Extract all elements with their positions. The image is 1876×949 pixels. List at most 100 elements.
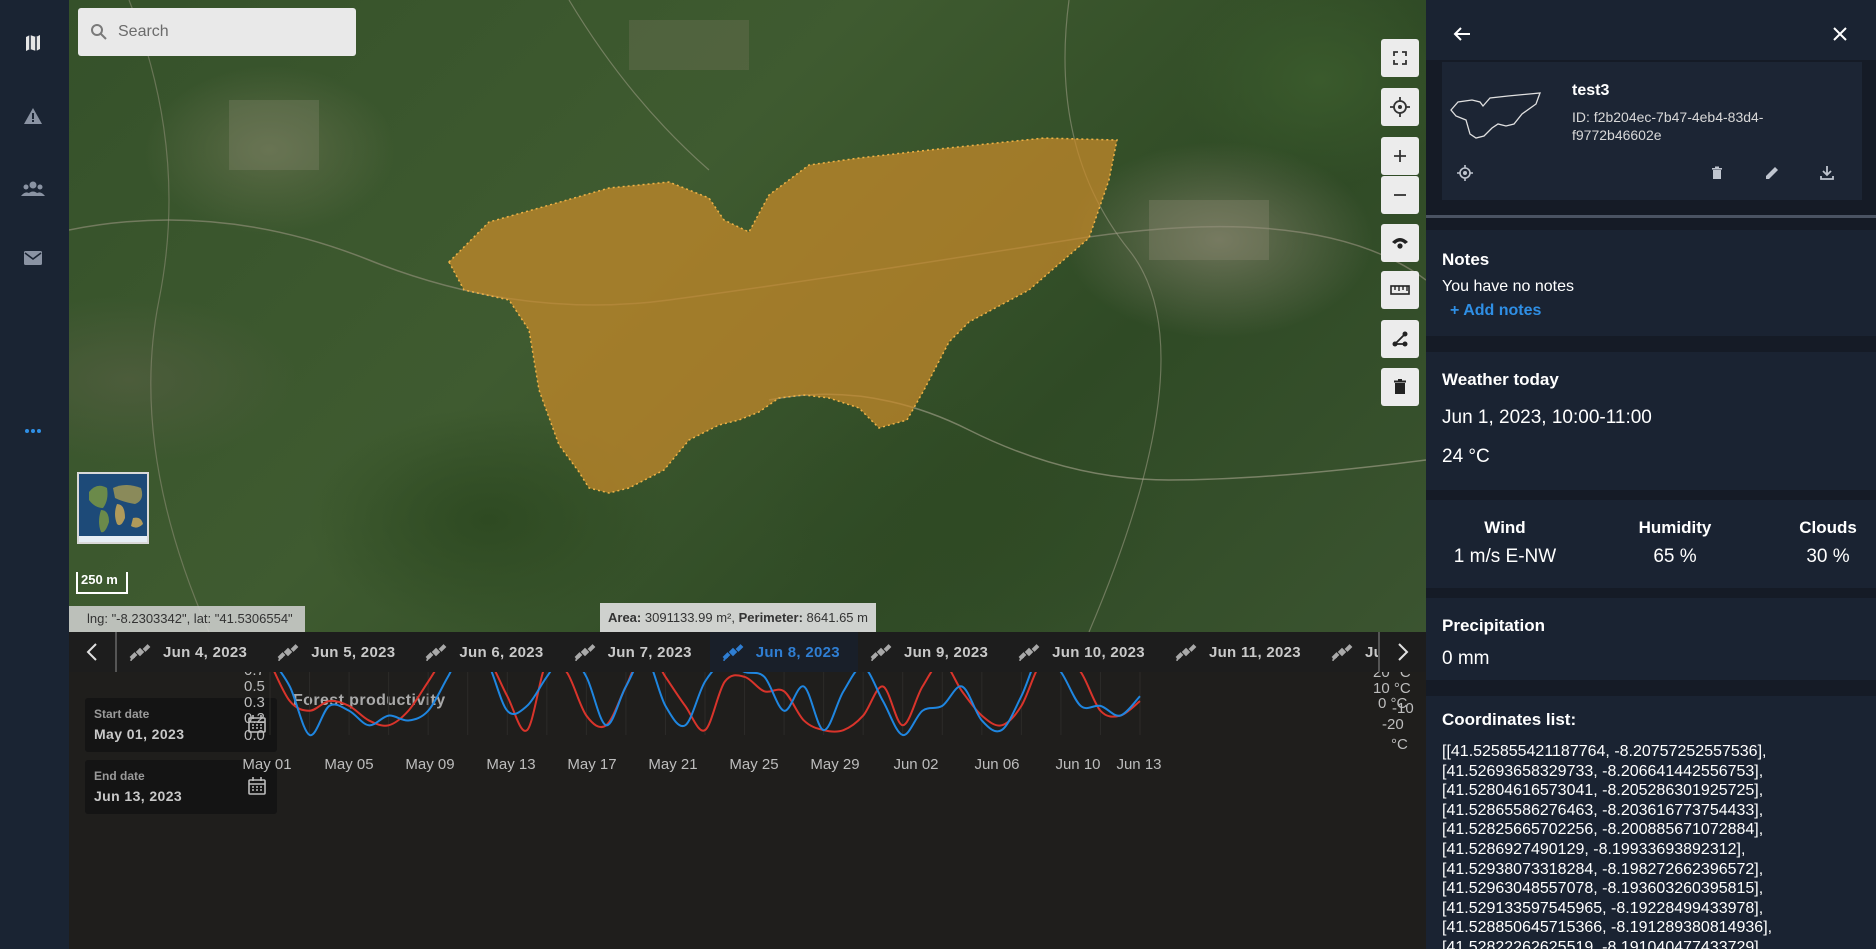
close-button[interactable] — [1826, 20, 1854, 48]
weather-metrics: Wind 1 m/s E-NW Humidity 65 % Clouds 30 … — [1426, 500, 1876, 588]
layers-icon — [1392, 238, 1408, 249]
coordinate-line: [41.52804616573041, -8.205286301925725], — [1442, 782, 1764, 800]
date-item[interactable]: Jun 4, 2023 — [117, 632, 265, 672]
map-icon[interactable] — [20, 30, 46, 56]
dates-prev-button[interactable] — [69, 632, 117, 672]
date-item[interactable]: Jun 10, 2023 — [1006, 632, 1163, 672]
x-tick-label: May 29 — [810, 756, 859, 773]
coordinate-line: [41.52865586276463, -8.203616773754433], — [1442, 801, 1764, 819]
left-nav — [0, 0, 69, 949]
notes-section: Notes You have no notes + Add notes — [1426, 230, 1876, 336]
add-notes-link[interactable]: + Add notes — [1450, 302, 1541, 320]
clouds-value: 30 % — [1806, 546, 1850, 567]
humidity-value: 65 % — [1653, 546, 1697, 567]
coordinate-line: [41.52825665702256, -8.200885671072884], — [1442, 821, 1764, 839]
area-label: Area: — [608, 610, 642, 625]
mail-icon[interactable] — [20, 245, 46, 271]
ruler-button[interactable] — [1381, 271, 1419, 309]
y-right-tick-label: °C — [1391, 736, 1408, 753]
delete-field-icon[interactable] — [1711, 166, 1723, 180]
alert-icon[interactable] — [20, 103, 46, 129]
coordinate-line: [[41.525855421187764, -8.20757252557536]… — [1442, 743, 1767, 760]
share-button[interactable] — [1381, 320, 1419, 358]
world-map-thumbnail — [79, 474, 147, 542]
x-tick-label: May 13 — [486, 756, 535, 773]
locate-field-icon[interactable] — [1457, 165, 1473, 181]
basemap-switcher[interactable] — [77, 472, 149, 544]
field-polygon — [448, 137, 1118, 494]
satellite-icon — [1018, 644, 1040, 662]
coordinate-line: [41.52822262625519, -8.191040477433729], — [1442, 938, 1764, 949]
x-tick-label: Jun 10 — [1055, 756, 1100, 773]
x-tick-label: May 17 — [567, 756, 616, 773]
coordinate-line: [41.52693658329733, -8.206641442556753], — [1442, 762, 1764, 780]
satellite-icon — [277, 644, 299, 662]
date-item[interactable]: Jun 7, 2023 — [562, 632, 710, 672]
date-item[interactable]: Jun 9, 2023 — [858, 632, 1006, 672]
zoom-out-button[interactable] — [1381, 176, 1419, 214]
satellite-icon — [870, 644, 892, 662]
back-button[interactable] — [1448, 20, 1476, 48]
date-label: Jun 10, 2023 — [1052, 643, 1145, 661]
area-perimeter-readout: Area: 3091133.99 m², Perimeter: 8641.65 … — [600, 603, 876, 632]
clouds-label: Clouds — [1799, 518, 1857, 537]
zoom-in-button[interactable] — [1381, 137, 1419, 175]
satellite-icon — [129, 644, 151, 662]
field-card: test3 ID: f2b204ec-7b47-4eb4-83d4-f9772b… — [1442, 62, 1862, 200]
satellite-icon — [1331, 644, 1353, 662]
precipitation-title: Precipitation — [1442, 616, 1545, 635]
locate-button[interactable] — [1381, 88, 1419, 126]
date-label: Jun 5, 2023 — [311, 643, 396, 661]
satellite-icon — [574, 644, 595, 662]
search-bar[interactable]: Search — [78, 8, 356, 56]
coordinates-title: Coordinates list: — [1442, 710, 1577, 729]
perimeter-label: Perimeter: — [738, 610, 803, 625]
y-right-tick-label: -10 — [1392, 700, 1414, 717]
coordinate-line: [41.52963048557078, -8.193603260395815], — [1442, 880, 1764, 898]
date-item[interactable]: Jun 5, 2023 — [265, 632, 413, 672]
edit-icon[interactable] — [1764, 165, 1780, 181]
humidity-label: Humidity — [1638, 518, 1712, 537]
precipitation-value: 0 mm — [1442, 648, 1490, 669]
date-item[interactable]: Jun 11, 2023 — [1163, 632, 1319, 672]
date-item[interactable]: Jun 6, 2023 — [413, 632, 561, 672]
close-icon — [1833, 27, 1847, 41]
search-icon — [91, 24, 107, 40]
field-name: test3 — [1572, 82, 1610, 99]
weather-temperature: 24 °C — [1442, 446, 1490, 467]
fullscreen-icon — [1393, 51, 1407, 65]
coordinate-line: [41.528850645715366, -8.191289380814936]… — [1442, 919, 1773, 937]
app-root: Search 250 m lng: "-8.2303342", lat: "41… — [0, 0, 1876, 949]
search-input[interactable]: Search — [118, 23, 169, 41]
satellite-icon — [1175, 644, 1197, 662]
x-tick-label: Jun 06 — [974, 756, 1019, 773]
wind-value: 1 m/s E-NW — [1453, 546, 1557, 567]
download-icon[interactable] — [1819, 165, 1835, 181]
field-shape-thumbnail — [1450, 92, 1541, 139]
team-icon[interactable] — [20, 175, 46, 201]
fullscreen-button[interactable] — [1381, 39, 1419, 77]
delete-icon — [1394, 379, 1406, 394]
wind-label: Wind — [1484, 518, 1526, 537]
x-tick-label: Jun 02 — [893, 756, 938, 773]
zoom-in-icon — [1394, 150, 1406, 162]
y-tick-label: 0.5 — [244, 678, 265, 695]
date-label: Jun 8, 2023 — [755, 643, 840, 661]
satellite-map[interactable]: Search 250 m lng: "-8.2303342", lat: "41… — [69, 0, 1426, 632]
x-tick-label: May 05 — [324, 756, 373, 773]
area-value: 3091133.99 m², — [644, 610, 735, 625]
layers-button[interactable] — [1381, 224, 1419, 262]
dates-next-button[interactable] — [1378, 632, 1426, 672]
delete-shape-button[interactable] — [1381, 368, 1419, 406]
x-tick-label: Jun 13 — [1116, 756, 1161, 773]
wind-metric: Wind 1 m/s E-NW — [1442, 518, 1568, 568]
notes-title: Notes — [1442, 250, 1490, 269]
weather-section: Weather today Jun 1, 2023, 10:00-11:00 2… — [1426, 352, 1876, 490]
date-label: Jun 11, 2023 — [1208, 643, 1301, 661]
more-icon[interactable] — [20, 418, 46, 444]
y-tick-label: 0.2 — [244, 710, 265, 727]
chevron-right-icon — [1398, 643, 1409, 661]
arrow-left-icon — [1453, 27, 1470, 41]
precipitation-section: Precipitation 0 mm — [1426, 598, 1876, 680]
date-item[interactable]: Jun 8, 2023 — [709, 632, 858, 672]
